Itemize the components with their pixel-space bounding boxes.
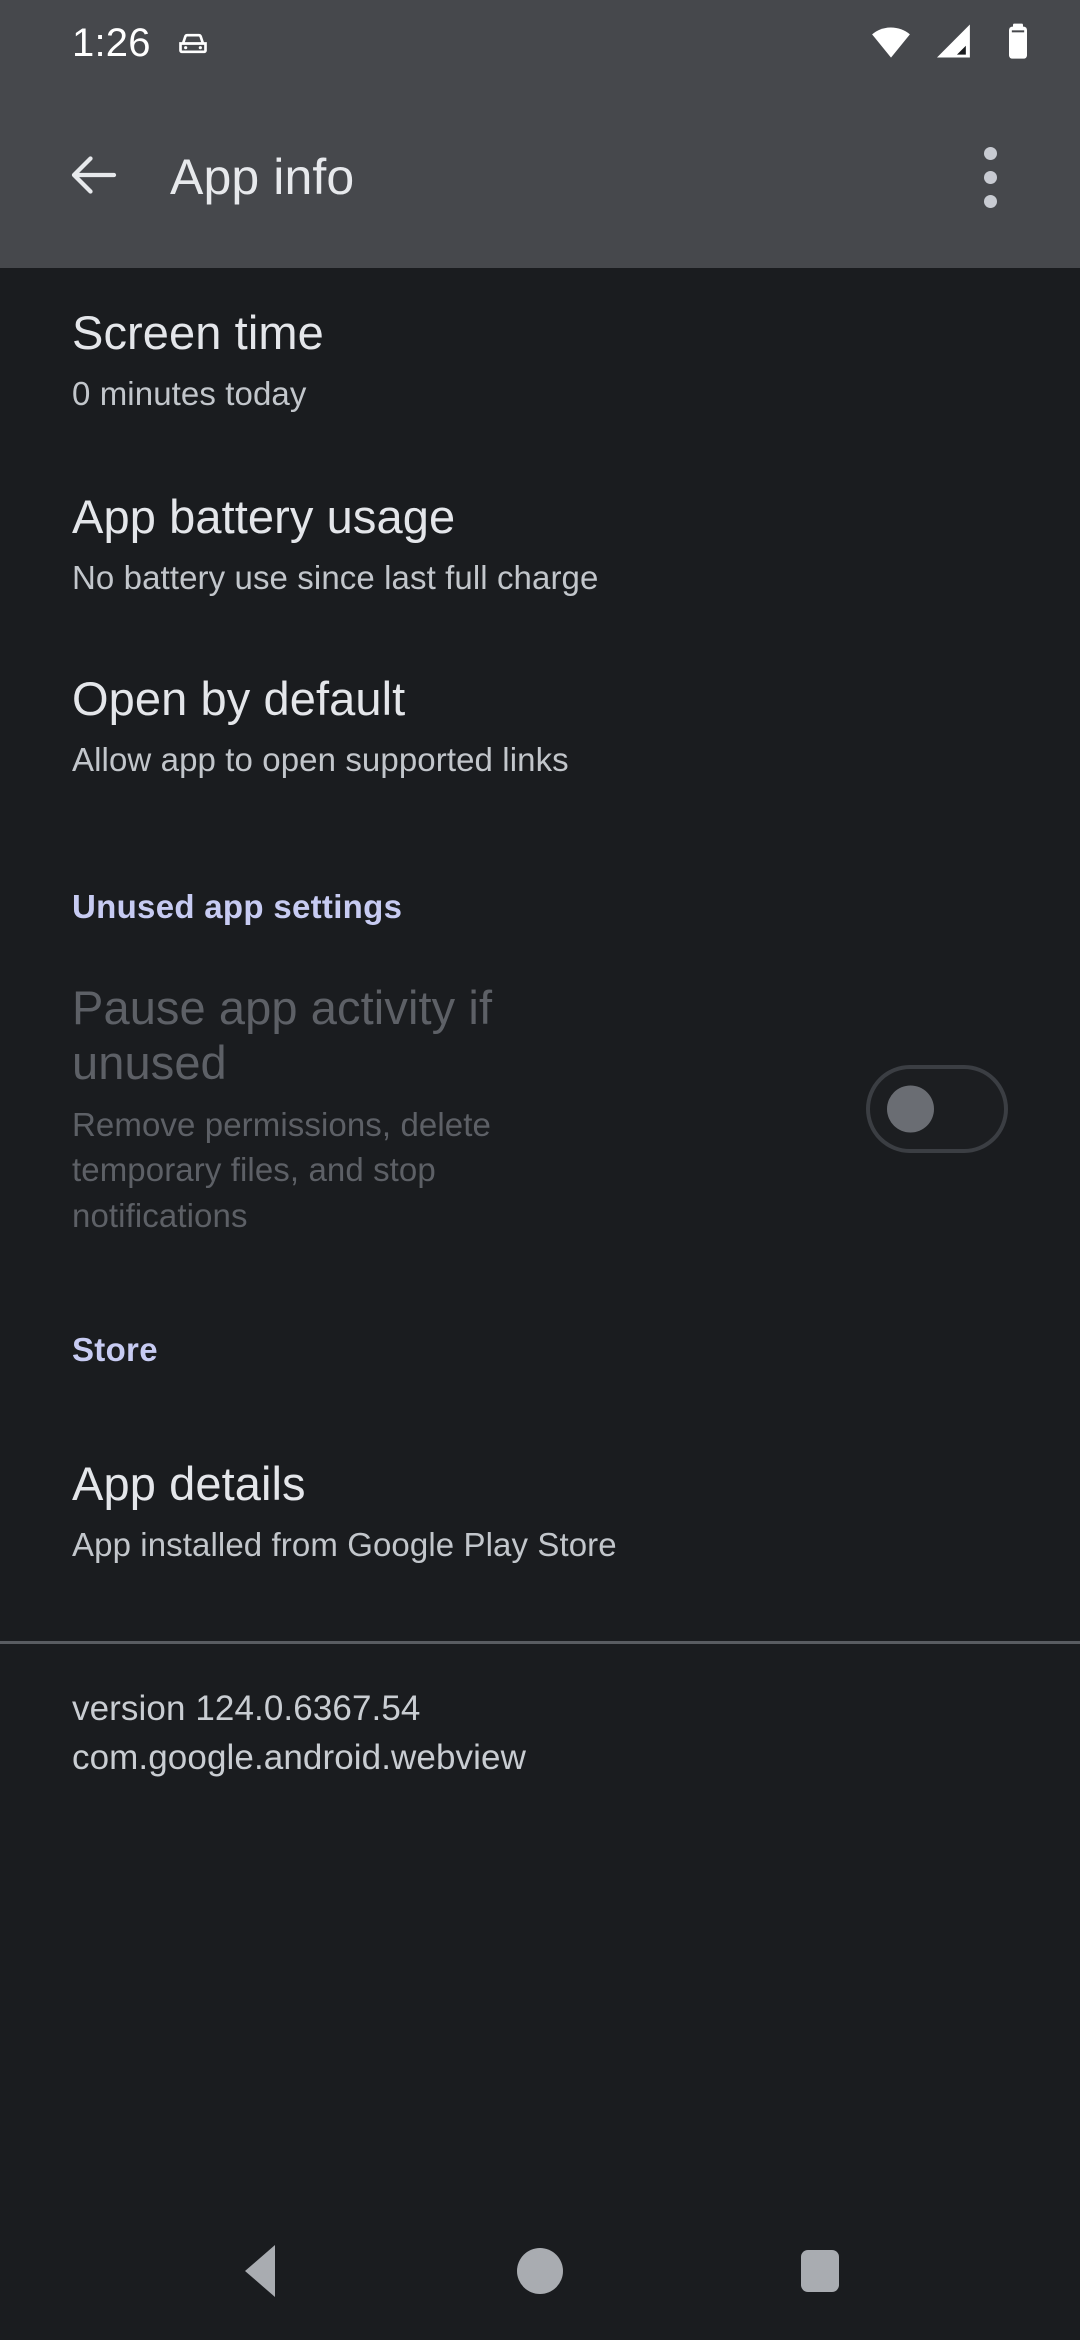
back-button[interactable] (46, 129, 142, 225)
pref-screen-time-summary: 0 minutes today (72, 375, 307, 413)
package-name-text: com.google.android.webview (72, 1738, 526, 1778)
page-title: App info (170, 149, 355, 205)
pref-open-by-default-title: Open by default (72, 672, 406, 725)
pref-screen-time[interactable]: Screen time 0 minutes today (0, 268, 1080, 454)
arrow-back-icon (64, 145, 124, 210)
pref-screen-time-title: Screen time (72, 306, 324, 359)
settings-list: Screen time 0 minutes today App battery … (0, 268, 1080, 2202)
navigation-bar (0, 2202, 1080, 2340)
pause-app-activity-toggle[interactable] (866, 1065, 1008, 1154)
section-header-unused-app-settings: Unused app settings (72, 888, 403, 925)
battery-icon (998, 21, 1038, 66)
pref-app-details-summary: App installed from Google Play Store (72, 1525, 617, 1563)
pref-app-details-title: App details (72, 1456, 306, 1510)
nav-home-icon (517, 2248, 563, 2294)
cellular-signal-icon (934, 20, 976, 67)
more-vert-icon-dot-3 (983, 194, 997, 208)
pref-open-by-default-summary: Allow app to open supported links (72, 741, 569, 779)
toggle-thumb (887, 1085, 934, 1133)
pref-pause-app-activity-text: Pause app activity if unused Remove perm… (72, 980, 826, 1239)
pref-open-by-default-text: Open by default Allow app to open suppor… (72, 671, 1008, 783)
pref-app-details-text: App details App installed from Google Pl… (72, 1456, 1008, 1568)
status-bar-right (870, 20, 1038, 67)
status-clock: 1:26 (72, 21, 151, 65)
nav-recents-icon (801, 2250, 839, 2292)
pref-open-by-default[interactable]: Open by default Allow app to open suppor… (0, 636, 1080, 818)
pref-app-battery-usage[interactable]: App battery usage No battery use since l… (0, 454, 1080, 636)
section-header-store: Store (72, 1330, 158, 1368)
more-vert-icon-dot-2 (983, 170, 997, 184)
overflow-menu-button[interactable] (944, 131, 1036, 223)
nav-back-icon (245, 2245, 275, 2297)
nav-recents-button[interactable] (760, 2211, 880, 2331)
pref-pause-app-activity-summary: Remove permissions, delete temporary fil… (72, 1105, 491, 1234)
app-info-screen: 1:26 App info Screen time 0 minutes toda… (0, 0, 1080, 2340)
app-version-text: version 124.0.6367.54 (72, 1688, 421, 1728)
pref-app-battery-usage-title: App battery usage (72, 490, 456, 543)
pref-screen-time-text: Screen time 0 minutes today (72, 305, 1008, 417)
pref-pause-app-activity: Pause app activity if unused Remove perm… (0, 980, 1080, 1239)
more-vert-icon-dot-1 (983, 146, 997, 160)
pref-app-details[interactable]: App details App installed from Google Pl… (0, 1421, 1080, 1603)
pause-app-activity-toggle-wrap (866, 1065, 1008, 1154)
pref-app-battery-usage-text: App battery usage No battery use since l… (72, 489, 1008, 601)
pref-app-battery-usage-summary: No battery use since last full charge (72, 559, 599, 597)
driving-mode-icon (173, 21, 213, 66)
version-footer: version 124.0.6367.54 com.google.android… (0, 1644, 1080, 1783)
nav-home-button[interactable] (480, 2211, 600, 2331)
nav-back-button[interactable] (200, 2211, 320, 2331)
pref-pause-app-activity-title: Pause app activity if unused (72, 981, 493, 1090)
wifi-icon (870, 20, 912, 67)
app-bar: App info (0, 86, 1080, 268)
status-bar-left: 1:26 (72, 21, 213, 66)
status-bar: 1:26 (0, 0, 1080, 86)
